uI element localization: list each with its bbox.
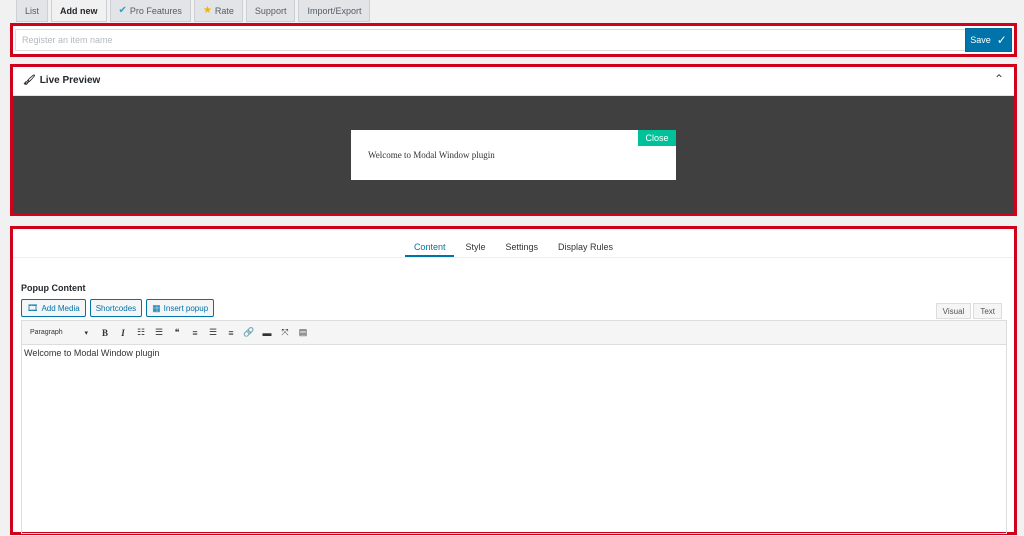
- star-icon: ★: [202, 4, 212, 16]
- preview-title: 🖌 Live Preview: [23, 75, 100, 86]
- add-media-button[interactable]: 🎞 Add Media: [21, 299, 86, 317]
- tab-add-new[interactable]: Add new: [51, 0, 107, 22]
- checkmark-icon: ✓: [996, 33, 1007, 47]
- popup-icon: ▦: [152, 302, 161, 313]
- align-center-icon[interactable]: ☰: [204, 324, 222, 342]
- shortcodes-label: Shortcodes: [95, 303, 137, 313]
- tab-pro-features-label: Pro Features: [129, 5, 182, 16]
- tab-rate[interactable]: ★ Rate: [193, 0, 243, 22]
- modal-text: Welcome to Modal Window plugin: [368, 150, 495, 160]
- media-buttons: 🎞 Add Media Shortcodes ▦ Insert popup: [21, 299, 215, 317]
- link-icon[interactable]: 🔗: [240, 324, 258, 342]
- editor-frame: Paragraph ▾ B I ☷ ☰ ❝ ≡ ☰ ≡ 🔗 ▬ ⤧ ▤ Welc…: [21, 320, 1007, 534]
- editor-toolbar: Paragraph ▾ B I ☷ ☰ ❝ ≡ ☰ ≡ 🔗 ▬ ⤧ ▤: [22, 321, 1006, 345]
- tab-display-rules[interactable]: Display Rules: [549, 239, 622, 257]
- read-more-icon[interactable]: ▬: [258, 324, 276, 342]
- numbered-list-icon[interactable]: ☰: [150, 324, 168, 342]
- tab-rate-label: Rate: [214, 5, 234, 16]
- format-select-value: Paragraph: [30, 329, 63, 336]
- italic-icon[interactable]: I: [114, 324, 132, 342]
- tab-support[interactable]: Support: [245, 0, 296, 22]
- preview-stage: Welcome to Modal Window plugin Close: [13, 96, 1014, 213]
- tab-support-label: Support: [254, 5, 287, 16]
- modal-close-button[interactable]: Close: [638, 130, 676, 146]
- tab-style[interactable]: Style: [456, 239, 494, 257]
- editor-body[interactable]: Welcome to Modal Window plugin: [22, 345, 1006, 361]
- tab-list[interactable]: List: [16, 0, 49, 22]
- save-button[interactable]: Save ✓: [965, 28, 1012, 52]
- check-icon: ✔: [118, 4, 127, 16]
- align-left-icon[interactable]: ≡: [186, 324, 204, 342]
- editor-mode-tabs: Visual Text: [935, 303, 1002, 319]
- insert-popup-button[interactable]: ▦ Insert popup: [146, 299, 215, 317]
- preview-title-label: Live Preview: [39, 75, 101, 86]
- bold-icon[interactable]: B: [96, 324, 114, 342]
- tabs-divider: [13, 257, 1014, 258]
- align-right-icon[interactable]: ≡: [222, 324, 240, 342]
- top-tabs: List Add new ✔ Pro Features ★ Rate Support…: [16, 0, 373, 22]
- fullscreen-icon[interactable]: ⤧: [276, 324, 294, 342]
- editor-panel: Content Style Settings Display Rules Pop…: [10, 226, 1017, 535]
- add-media-label: Add Media: [41, 303, 80, 313]
- save-button-label: Save: [970, 35, 991, 45]
- popup-content-heading: Popup Content: [21, 283, 86, 293]
- shortcodes-button[interactable]: Shortcodes: [89, 299, 143, 317]
- tab-pro-features[interactable]: ✔ Pro Features: [109, 0, 191, 22]
- caret-down-icon: ▾: [84, 329, 88, 337]
- name-section: Save ✓: [10, 23, 1017, 57]
- tab-settings[interactable]: Settings: [496, 239, 547, 257]
- tab-import-export-label: Import/Export: [307, 5, 362, 16]
- chevron-up-icon[interactable]: ⌃: [994, 72, 1004, 86]
- preview-header[interactable]: 🖌 Live Preview ⌃: [13, 67, 1014, 96]
- brush-icon: 🖌: [23, 75, 36, 86]
- live-preview-panel: 🖌 Live Preview ⌃ Welcome to Modal Window…: [10, 64, 1017, 216]
- modal-window-preview: Welcome to Modal Window plugin Close: [351, 130, 676, 180]
- media-icon: 🎞: [27, 302, 39, 313]
- item-name-input[interactable]: [15, 29, 966, 51]
- format-select[interactable]: Paragraph ▾: [24, 325, 92, 341]
- blockquote-icon[interactable]: ❝: [168, 324, 186, 342]
- tab-add-new-label: Add new: [60, 5, 98, 16]
- insert-popup-label: Insert popup: [163, 303, 209, 313]
- tab-import-export[interactable]: Import/Export: [298, 0, 371, 22]
- tab-list-label: List: [25, 5, 40, 16]
- editor-tabs: Content Style Settings Display Rules: [13, 239, 1014, 259]
- tab-content[interactable]: Content: [404, 239, 455, 257]
- bullet-list-icon[interactable]: ☷: [132, 324, 150, 342]
- toolbar-toggle-icon[interactable]: ▤: [294, 324, 312, 342]
- text-tab[interactable]: Text: [973, 303, 1002, 319]
- visual-tab[interactable]: Visual: [935, 303, 972, 319]
